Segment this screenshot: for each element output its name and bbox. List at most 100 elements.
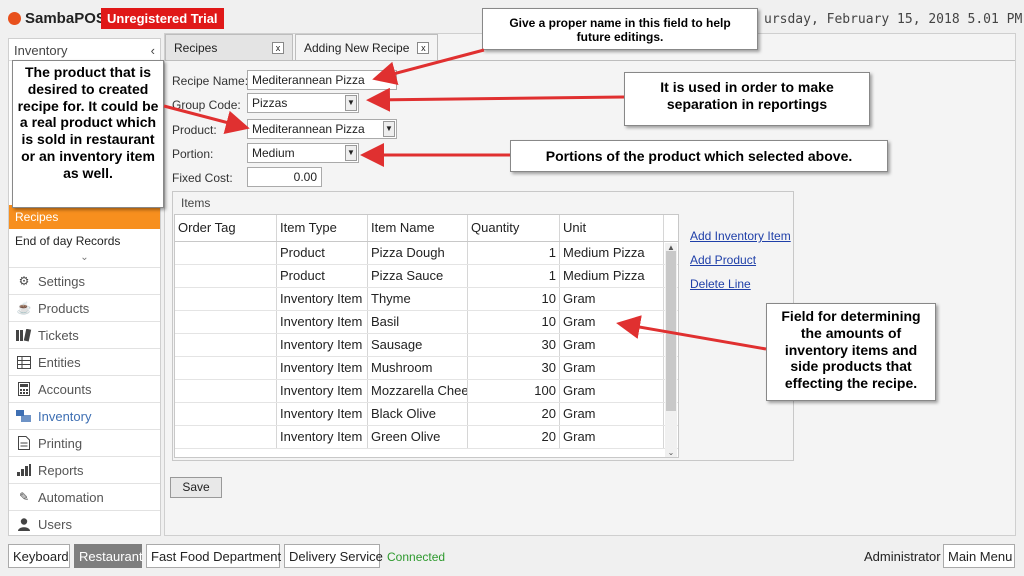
group-code-select[interactable]: Pizzas ▼ (247, 93, 359, 113)
table-row[interactable]: Inventory Item Green Olive 20 Gram (175, 426, 678, 449)
items-grid[interactable]: Order Tag Item Type Item Name Quantity U… (174, 214, 679, 458)
nav-item-entities[interactable]: Entities (9, 348, 160, 375)
cell-item-name[interactable]: Pizza Dough (368, 242, 468, 264)
cell-item-name[interactable]: Mozzarella Cheese (368, 380, 468, 402)
scroll-down-icon[interactable]: ⌄ (665, 448, 677, 457)
cell-order-tag[interactable] (175, 334, 277, 356)
cell-item-type[interactable]: Product (277, 242, 368, 264)
chevron-down-icon[interactable]: ⌄ (9, 253, 160, 265)
cell-quantity[interactable]: 1 (468, 265, 560, 287)
close-icon[interactable]: x (272, 41, 284, 54)
cell-item-type[interactable]: Inventory Item (277, 288, 368, 310)
add-inventory-item-link[interactable]: Add Inventory Item (690, 229, 791, 243)
delete-line-link[interactable]: Delete Line (690, 277, 791, 291)
cell-unit[interactable]: Gram (560, 334, 664, 356)
grid-scrollbar[interactable]: ▲ ⌄ (665, 243, 677, 457)
table-row[interactable]: Product Pizza Dough 1 Medium Pizza (175, 242, 678, 265)
nav-item-printing[interactable]: Printing (9, 429, 160, 456)
cell-quantity[interactable]: 20 (468, 403, 560, 425)
cell-unit[interactable]: Gram (560, 426, 664, 448)
cell-item-type[interactable]: Inventory Item (277, 380, 368, 402)
cell-item-name[interactable]: Sausage (368, 334, 468, 356)
chevron-down-icon[interactable]: ▼ (345, 145, 357, 161)
cell-item-type[interactable]: Inventory Item (277, 426, 368, 448)
chevron-down-icon[interactable]: ▼ (383, 121, 395, 137)
chevron-down-icon[interactable]: ▼ (345, 95, 357, 111)
cell-unit[interactable]: Medium Pizza (560, 242, 664, 264)
nav-item-users[interactable]: Users (9, 510, 160, 537)
table-row[interactable]: Inventory ItemMozzarella Cheese100Gram (175, 380, 678, 403)
close-icon[interactable]: x (417, 42, 430, 54)
cell-quantity[interactable]: 30 (468, 334, 560, 356)
tab-adding-new-recipe[interactable]: Adding New Recipe x (295, 34, 439, 61)
column-header[interactable]: Item Name (368, 215, 468, 241)
cell-order-tag[interactable] (175, 357, 277, 379)
cell-unit[interactable]: Gram (560, 403, 664, 425)
nav-item-inventory[interactable]: Inventory (9, 402, 160, 429)
cell-quantity[interactable]: 10 (468, 311, 560, 333)
cell-item-name[interactable]: Mushroom (368, 357, 468, 379)
nav-item-automation[interactable]: ✎ Automation (9, 483, 160, 510)
cell-item-type[interactable]: Inventory Item (277, 311, 368, 333)
cell-quantity[interactable]: 10 (468, 288, 560, 310)
table-row[interactable]: Inventory Item Basil 10 Gram (175, 311, 678, 334)
column-header[interactable]: Unit (560, 215, 664, 241)
portion-select[interactable]: Medium ▼ (247, 143, 359, 163)
cell-item-type[interactable]: Product (277, 265, 368, 287)
cell-quantity[interactable]: 30 (468, 357, 560, 379)
cell-order-tag[interactable] (175, 426, 277, 448)
scroll-thumb[interactable] (666, 251, 676, 411)
save-button[interactable]: Save (170, 477, 222, 498)
cell-order-tag[interactable] (175, 242, 277, 264)
cell-item-name[interactable]: Basil (368, 311, 468, 333)
column-header[interactable]: Quantity (468, 215, 560, 241)
cell-item-type[interactable]: Inventory Item (277, 334, 368, 356)
nav-item-settings[interactable]: ⚙ Settings (9, 267, 160, 294)
sidebar-item-recipes[interactable]: Recipes (9, 205, 160, 229)
cell-unit[interactable]: Gram (560, 357, 664, 379)
cell-order-tag[interactable] (175, 311, 277, 333)
table-row[interactable]: Inventory Item Sausage 30 Gram (175, 334, 678, 357)
cell-quantity[interactable]: 100 (468, 380, 560, 402)
tab-recipes[interactable]: Recipes x (165, 34, 293, 60)
chevron-left-icon[interactable]: ‹ (151, 43, 155, 58)
cell-order-tag[interactable] (175, 265, 277, 287)
delivery-service-button[interactable]: Delivery Service (284, 544, 383, 568)
cell-unit[interactable]: Gram (560, 288, 664, 310)
cell-item-name[interactable]: Pizza Sauce (368, 265, 468, 287)
cell-unit[interactable]: Medium Pizza (560, 265, 664, 287)
callout-items: Field for determining the amounts of inv… (766, 303, 936, 401)
recipe-name-field[interactable]: Mediterannean Pizza (247, 70, 397, 90)
column-header[interactable]: Order Tag (175, 215, 277, 241)
product-select[interactable]: Mediterannean Pizza ▼ (247, 119, 397, 139)
cell-order-tag[interactable] (175, 380, 277, 402)
cell-item-name[interactable]: Thyme (368, 288, 468, 310)
restaurant-button[interactable]: Restaurant (74, 544, 143, 568)
cell-unit[interactable]: Gram (560, 311, 664, 333)
nav-item-tickets[interactable]: Tickets (9, 321, 160, 348)
cell-order-tag[interactable] (175, 288, 277, 310)
cell-item-name[interactable]: Green Olive (368, 426, 468, 448)
table-row[interactable]: Inventory Item Mushroom 30 Gram (175, 357, 678, 380)
cell-item-name[interactable]: Black Olive (368, 403, 468, 425)
cell-item-type[interactable]: Inventory Item (277, 403, 368, 425)
nav-item-reports[interactable]: Reports (9, 456, 160, 483)
cell-quantity[interactable]: 1 (468, 242, 560, 264)
nav-item-accounts[interactable]: Accounts (9, 375, 160, 402)
table-row[interactable]: Inventory Item Black Olive 20 Gram (175, 403, 678, 426)
fixed-cost-field[interactable]: 0.00 (247, 167, 322, 187)
cell-unit[interactable]: Gram (560, 380, 664, 402)
cell-quantity[interactable]: 20 (468, 426, 560, 448)
cell-order-tag[interactable] (175, 403, 277, 425)
sidebar-header[interactable]: Inventory ‹ (9, 39, 160, 61)
table-row[interactable]: Product Pizza Sauce 1 Medium Pizza (175, 265, 678, 288)
main-menu-button[interactable]: Main Menu (943, 544, 1015, 568)
fast-food-button[interactable]: Fast Food Department (146, 544, 281, 568)
cell-item-type[interactable]: Inventory Item (277, 357, 368, 379)
column-header[interactable]: Item Type (277, 215, 368, 241)
keyboard-button[interactable]: Keyboard (8, 544, 70, 568)
sidebar-item-end-of-day[interactable]: End of day Records (9, 229, 160, 253)
nav-item-products[interactable]: ☕ Products (9, 294, 160, 321)
add-product-link[interactable]: Add Product (690, 253, 791, 267)
table-row[interactable]: Inventory Item Thyme 10 Gram (175, 288, 678, 311)
